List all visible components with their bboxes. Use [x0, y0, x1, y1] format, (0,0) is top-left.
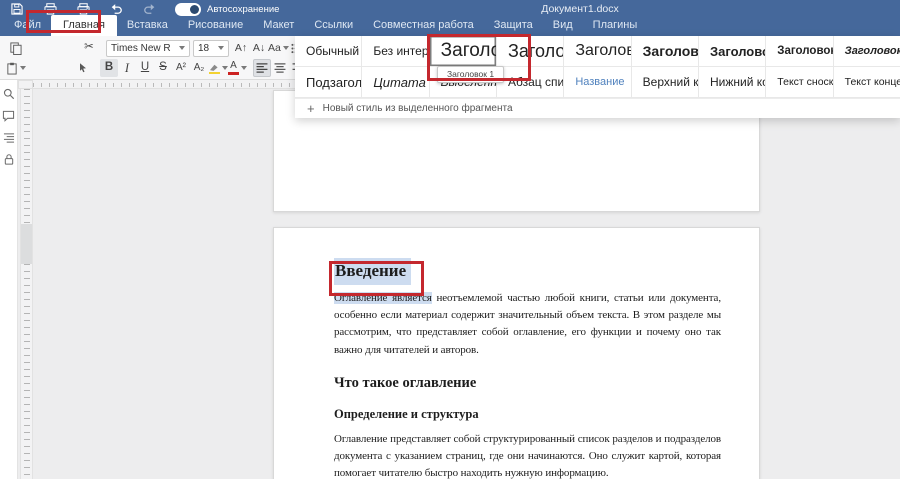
- page-2[interactable]: Введение Оглавление является неотъемлемо…: [273, 227, 760, 479]
- font-color-button[interactable]: A: [228, 59, 247, 77]
- style-cell-heading7[interactable]: Заголовок: [834, 36, 900, 67]
- style-cell-footnote-text[interactable]: Текст сноски: [766, 67, 833, 98]
- paste-button[interactable]: [6, 59, 26, 77]
- search-icon[interactable]: [2, 87, 15, 100]
- protection-lock-icon[interactable]: [2, 153, 15, 166]
- style-cell-endnote-text[interactable]: Текст концев: [834, 67, 900, 98]
- styles-gallery-panel: Обычный Без интерва Заголо Заголов Загол…: [295, 36, 900, 118]
- style-cell-heading4[interactable]: Заголово: [632, 36, 699, 67]
- selected-heading-text: Введение: [334, 258, 411, 285]
- tab-layout[interactable]: Макет: [253, 15, 304, 36]
- style-cell-no-spacing[interactable]: Без интерва: [362, 36, 429, 67]
- italic-button[interactable]: I: [118, 59, 136, 77]
- style-cell-quote[interactable]: Цитата: [362, 67, 429, 98]
- style-cell-footer[interactable]: Нижний кол: [699, 67, 766, 98]
- select-tool-button[interactable]: [74, 59, 92, 77]
- style-tooltip: Заголовок 1: [437, 66, 504, 83]
- align-center-button[interactable]: [271, 59, 289, 77]
- tab-draw[interactable]: Рисование: [178, 15, 253, 36]
- style-cell-heading2[interactable]: Заголов: [497, 36, 564, 67]
- style-cell-subtitle[interactable]: Подзаголово: [295, 67, 362, 98]
- highlight-color-button[interactable]: [208, 59, 228, 77]
- selected-text: Оглавление является: [334, 292, 432, 304]
- tab-plugins[interactable]: Плагины: [583, 15, 648, 36]
- style-cell-title[interactable]: Название: [564, 67, 631, 98]
- plus-icon: +: [307, 102, 315, 115]
- underline-button[interactable]: U: [136, 59, 154, 77]
- shrink-font-button[interactable]: A↓: [250, 39, 268, 57]
- style-cell-heading6[interactable]: Заголовок (: [766, 36, 833, 67]
- new-style-label: Новый стиль из выделенного фрагмента: [323, 103, 513, 114]
- ruler-corner: [18, 80, 33, 89]
- horizontal-ruler: [33, 80, 295, 89]
- doc-heading-2[interactable]: Что такое оглавление: [334, 375, 721, 392]
- chevron-down-icon: [218, 46, 224, 50]
- superscript-button[interactable]: A²: [172, 59, 190, 77]
- titlebar-container: Автосохранение Документ1.docx Файл Главн…: [0, 0, 900, 36]
- style-cell-heading3[interactable]: Заголовс: [564, 36, 631, 67]
- new-style-button[interactable]: + Новый стиль из выделенного фрагмента: [295, 98, 900, 118]
- doc-heading-vvedenie[interactable]: Введение: [334, 261, 721, 281]
- chevron-down-icon: [179, 46, 185, 50]
- style-cell-header[interactable]: Верхний кол: [632, 67, 699, 98]
- style-cell-heading5[interactable]: Заголовок: [699, 36, 766, 67]
- grow-font-button[interactable]: A↑: [232, 39, 250, 57]
- left-sidebar: [0, 80, 18, 479]
- document-area: Введение Оглавление является неотъемлемо…: [18, 80, 900, 479]
- ribbon-tabs: Файл Главная Вставка Рисование Макет Ссы…: [4, 14, 647, 36]
- doc-heading-3[interactable]: Определение и структура: [334, 407, 721, 422]
- change-case-button[interactable]: Aa: [268, 39, 289, 57]
- vertical-ruler: [20, 89, 33, 479]
- tab-references[interactable]: Ссылки: [304, 15, 363, 36]
- tab-collaboration[interactable]: Совместная работа: [363, 15, 484, 36]
- subscript-button[interactable]: A₂: [190, 59, 208, 77]
- chevron-down-icon: [241, 66, 247, 70]
- tab-insert[interactable]: Вставка: [117, 15, 178, 36]
- copy-button[interactable]: [6, 39, 24, 57]
- chevron-down-icon: [20, 66, 26, 70]
- tab-protection[interactable]: Защита: [484, 15, 543, 36]
- doc-paragraph-1[interactable]: Оглавление является неотъемлемой частью …: [334, 290, 721, 359]
- tab-file[interactable]: Файл: [4, 15, 51, 36]
- style-cell-normal[interactable]: Обычный: [295, 36, 362, 67]
- chevron-down-icon: [283, 46, 289, 50]
- strikethrough-button[interactable]: S: [154, 59, 172, 77]
- cut-scissors-icon[interactable]: ✂: [80, 39, 98, 57]
- tab-view[interactable]: Вид: [543, 15, 583, 36]
- bold-button[interactable]: B: [100, 59, 118, 77]
- doc-paragraph-2[interactable]: Оглавление представляет собой структурир…: [334, 431, 721, 479]
- headings-nav-icon[interactable]: [2, 131, 15, 144]
- style-cell-list-paragraph[interactable]: Абзац список: [497, 67, 564, 98]
- comments-icon[interactable]: [2, 109, 15, 122]
- font-size-select[interactable]: 18: [193, 40, 229, 57]
- align-left-button[interactable]: [253, 59, 271, 77]
- font-name-select[interactable]: Times New R: [106, 40, 190, 57]
- tab-home[interactable]: Главная: [51, 15, 117, 36]
- style-cell-heading1[interactable]: Заголо: [430, 36, 497, 67]
